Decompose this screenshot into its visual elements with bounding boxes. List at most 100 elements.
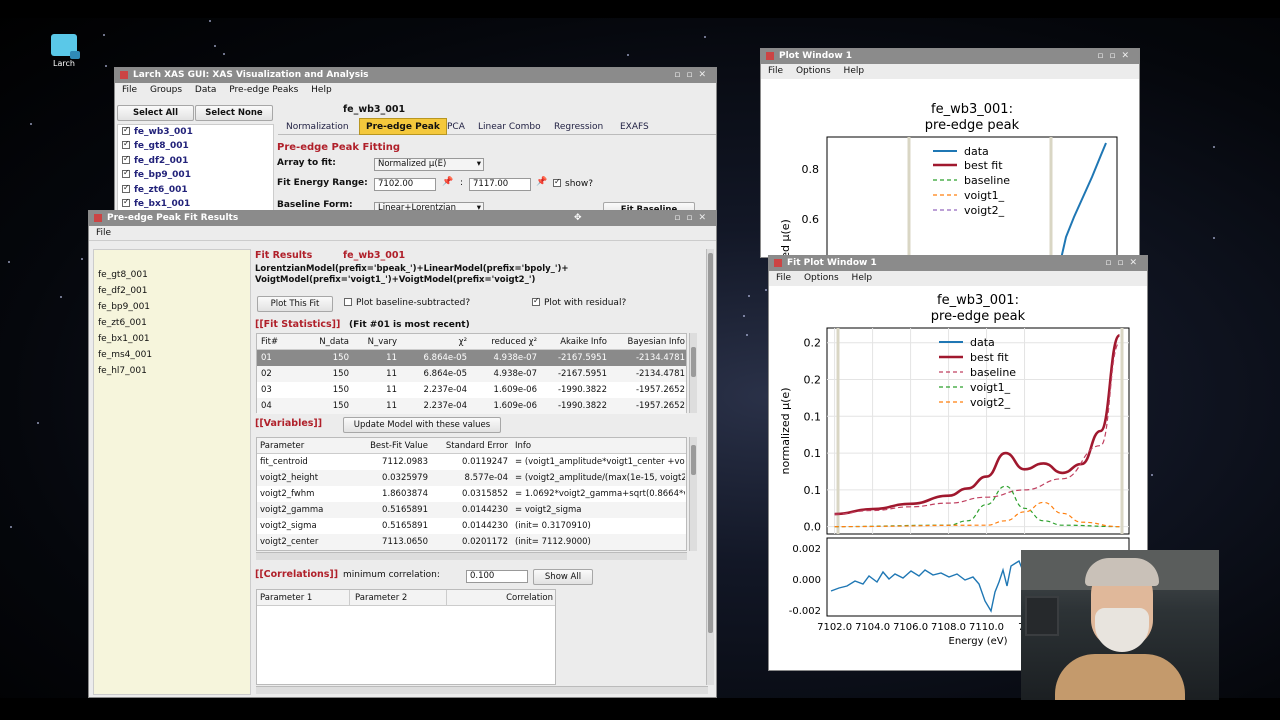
table-row[interactable]: 01 150 11 6.864e-05 4.938e-07 -2167.5951… (257, 350, 686, 366)
array-select[interactable]: Normalized μ(E) (374, 158, 484, 171)
column-header[interactable]: Parameter (260, 438, 350, 454)
column-header[interactable]: N_data (305, 334, 349, 350)
legend-label: baseline (964, 174, 1010, 187)
list-item[interactable]: fe_ms4_001 (98, 350, 152, 360)
group-item[interactable]: fe_bx1_001 (122, 197, 190, 209)
table-row[interactable]: voigt2_gamma 0.5165891 0.0144230 = voigt… (257, 502, 686, 518)
menu-options[interactable]: Options (796, 66, 831, 76)
menu-pre-edge-peaks[interactable]: Pre-edge Peaks (229, 85, 298, 95)
table-row[interactable]: 02 150 11 6.864e-05 4.938e-07 -2167.5951… (257, 366, 686, 382)
list-item[interactable]: fe_gt8_001 (98, 270, 148, 280)
tab-normalization[interactable]: Normalization (286, 122, 349, 132)
window-controls[interactable]: ▫▫✕ (674, 211, 712, 226)
column-header[interactable]: Fit# (261, 334, 301, 350)
tab-exafs[interactable]: EXAFS (620, 122, 649, 132)
scrollbar-thumb[interactable] (691, 445, 696, 475)
table-row[interactable]: voigt2_sigma 0.5165891 0.0144230 (init= … (257, 518, 686, 534)
menu-file[interactable]: File (96, 228, 111, 238)
show-checkbox[interactable]: show? (553, 177, 593, 189)
column-header[interactable]: Bayesian Info (611, 334, 685, 350)
column-header[interactable]: N_vary (353, 334, 397, 350)
energy-min-field[interactable]: 7102.00 (374, 178, 436, 191)
correlations-table: Parameter 1 Parameter 2 Correlation (256, 589, 556, 685)
column-header[interactable]: reduced χ² (471, 334, 537, 350)
pin-icon[interactable]: 📌 (442, 177, 453, 187)
window-controls[interactable]: ▫▫✕ (674, 68, 712, 83)
y-tick-label: 0.1 (804, 410, 822, 423)
menu-groups[interactable]: Groups (150, 85, 182, 95)
larch-desktop-icon[interactable]: Larch (44, 34, 84, 68)
energy-max-field[interactable]: 7117.00 (469, 178, 531, 191)
menu-file[interactable]: File (768, 66, 783, 76)
group-item[interactable]: fe_bp9_001 (122, 168, 191, 180)
list-item[interactable]: fe_df2_001 (98, 286, 148, 296)
group-item[interactable]: fe_zt6_001 (122, 183, 188, 195)
select-none-button[interactable]: Select None (195, 105, 273, 121)
fit-plot-window-titlebar[interactable]: Fit Plot Window 1 ▫▫✕ (769, 256, 1147, 271)
min-correlation-field[interactable]: 0.100 (466, 570, 528, 583)
table-row[interactable]: voigt2_fwhm 1.8603874 0.0315852 = 1.0692… (257, 486, 686, 502)
tab-linear-combo[interactable]: Linear Combo (478, 122, 541, 132)
group-item[interactable]: fe_gt8_001 (122, 139, 189, 151)
show-all-button[interactable]: Show All (533, 569, 593, 585)
menu-file[interactable]: File (776, 273, 791, 283)
group-item[interactable]: fe_wb3_001 (122, 125, 193, 137)
plot-this-fit-button[interactable]: Plot This Fit (257, 296, 333, 312)
checkbox-icon[interactable] (122, 168, 130, 178)
checkbox-icon[interactable] (553, 177, 561, 187)
scrollbar-thumb[interactable] (708, 253, 713, 633)
stats-scrollbar[interactable] (689, 333, 697, 413)
tab-pre-edge-peak[interactable]: Pre-edge Peak (359, 118, 447, 135)
column-header[interactable]: Info (515, 438, 685, 454)
results-window-titlebar[interactable]: Pre-edge Peak Fit Results ✥ ▫▫✕ (89, 211, 716, 226)
list-item[interactable]: fe_hl7_001 (98, 366, 147, 376)
main-window-titlebar[interactable]: Larch XAS GUI: XAS Visualization and Ana… (115, 68, 716, 83)
menu-file[interactable]: File (122, 85, 137, 95)
list-item[interactable]: fe_zt6_001 (98, 318, 147, 328)
table-row[interactable]: voigt2_height 0.0325979 8.577e-04 = (voi… (257, 470, 686, 486)
update-model-button[interactable]: Update Model with these values (343, 417, 501, 433)
column-header[interactable]: Parameter 1 (260, 590, 350, 606)
menu-options[interactable]: Options (804, 273, 839, 283)
column-header[interactable]: Akaike Info (541, 334, 607, 350)
table-row[interactable]: voigt2_center 7113.0650 0.0201172 (init=… (257, 534, 686, 550)
variables-hscrollbar[interactable] (256, 552, 687, 560)
checkbox-icon[interactable] (122, 154, 130, 164)
menu-help[interactable]: Help (844, 66, 865, 76)
table-row[interactable]: 03 150 11 2.237e-04 1.609e-06 -1990.3822… (257, 382, 686, 398)
menu-data[interactable]: Data (195, 85, 217, 95)
scrollbar-thumb[interactable] (691, 347, 696, 377)
list-item[interactable]: fe_bx1_001 (98, 334, 150, 344)
tab-pca[interactable]: PCA (447, 122, 465, 132)
menu-help[interactable]: Help (852, 273, 873, 283)
group-item[interactable]: fe_df2_001 (122, 154, 188, 166)
window-controls[interactable]: ▫▫✕ (1097, 49, 1135, 64)
baseline-subtracted-checkbox[interactable]: Plot baseline-subtracted? (344, 298, 470, 308)
window-controls[interactable]: ▫▫✕ (1105, 256, 1143, 271)
variables-scrollbar[interactable] (689, 437, 697, 551)
checkbox-icon[interactable] (122, 197, 130, 207)
menu-help[interactable]: Help (311, 85, 332, 95)
plot-window-figure[interactable]: fe_wb3_001: pre-edge peak 0.8 0.6 ed μ(e… (761, 79, 1139, 258)
residual-checkbox[interactable]: Plot with residual? (532, 296, 626, 308)
table-row[interactable]: 04 150 11 2.237e-04 1.609e-06 -1990.3822… (257, 398, 686, 414)
results-hscrollbar[interactable] (256, 686, 708, 694)
results-scrollbar[interactable] (706, 249, 714, 685)
column-header[interactable]: Correlation (451, 590, 553, 606)
checkbox-icon[interactable] (122, 183, 130, 193)
select-all-button[interactable]: Select All (117, 105, 194, 121)
list-item[interactable]: fe_bp9_001 (98, 302, 150, 312)
checkbox-icon[interactable] (344, 298, 352, 306)
plot-window-titlebar[interactable]: Plot Window 1 ▫▫✕ (761, 49, 1139, 64)
cell: voigt2_gamma (260, 505, 324, 515)
checkbox-icon[interactable] (532, 296, 540, 306)
pin-icon[interactable]: 📌 (536, 177, 547, 187)
tab-regression[interactable]: Regression (554, 122, 603, 132)
column-header[interactable]: χ² (401, 334, 467, 350)
table-row[interactable]: fit_centroid 7112.0983 0.0119247 = (voig… (257, 454, 686, 470)
column-header[interactable]: Parameter 2 (355, 590, 447, 606)
checkbox-icon[interactable] (122, 125, 130, 135)
column-header[interactable]: Best-Fit Value (352, 438, 428, 454)
checkbox-icon[interactable] (122, 139, 130, 149)
column-header[interactable]: Standard Error (432, 438, 508, 454)
